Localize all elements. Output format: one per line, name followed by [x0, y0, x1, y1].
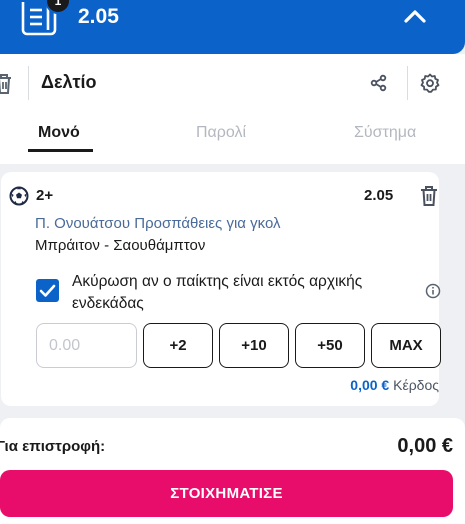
divider	[407, 66, 408, 100]
selection-odds: 2.05	[364, 187, 394, 204]
place-bet-button[interactable]: ΣΤΟΙΧΗΜΑΤΙΣΕ	[0, 470, 453, 517]
market-name: Π. Ονουάτσου Προσπάθειες για γκολ	[35, 215, 281, 232]
stake-input[interactable]	[36, 323, 137, 368]
return-label: Για επιστροφή:	[0, 438, 106, 455]
page-title: Δελτίο	[41, 72, 97, 92]
selection-label: 2+	[36, 187, 54, 204]
share-icon[interactable]	[370, 74, 388, 92]
return-value: 0,00 €	[397, 435, 453, 457]
betslip-footer: Για επιστροφή: 0,00 € ΣΤΟΙΧΗΜΑΤΙΣΕ	[0, 418, 465, 524]
quick-stake-50-button[interactable]: +50	[295, 323, 365, 368]
tab-parlay[interactable]: Παρολί	[196, 124, 246, 142]
bet-card: 2+ 2.05 Π. Ονουάτσου Προσπάθειες για γκο…	[1, 172, 441, 406]
gear-icon[interactable]	[420, 73, 440, 93]
checkmark-icon	[39, 284, 56, 297]
chevron-up-icon[interactable]	[403, 6, 427, 26]
quick-stake-10-button[interactable]: +10	[219, 323, 289, 368]
potential-win: 0,00 € Κέρδος	[1, 377, 439, 393]
total-odds: 2.05	[78, 5, 119, 28]
bet-type-tabs: Μονό Παρολί Σύστημα	[0, 124, 465, 154]
divider	[28, 66, 29, 100]
betslip-panel: Δελτίο Μονό Παρολί Σύστημα	[0, 54, 465, 164]
trash-all-icon[interactable]	[0, 73, 14, 95]
football-icon	[9, 186, 29, 206]
active-tab-indicator	[28, 149, 93, 152]
potential-win-label: Κέρδος	[393, 377, 439, 393]
potential-win-amount: 0,00 €	[350, 377, 390, 393]
match-name: Μπράιτον - Σαουθάμπτον	[35, 237, 206, 254]
remove-selection-icon[interactable]	[419, 185, 439, 207]
tab-single[interactable]: Μονό	[38, 124, 80, 142]
betslip-header-bar[interactable]: 1 2.05	[0, 0, 465, 54]
info-icon[interactable]	[425, 283, 441, 299]
tab-system[interactable]: Σύστημα	[354, 124, 416, 142]
cancel-if-not-starting-checkbox[interactable]	[36, 279, 59, 302]
cancel-if-not-starting-label: Ακύρωση αν ο παίκτης είναι εκτός αρχικής…	[72, 273, 363, 312]
quick-stake-2-button[interactable]: +2	[143, 323, 213, 368]
quick-stake-max-button[interactable]: MAX	[371, 323, 441, 368]
